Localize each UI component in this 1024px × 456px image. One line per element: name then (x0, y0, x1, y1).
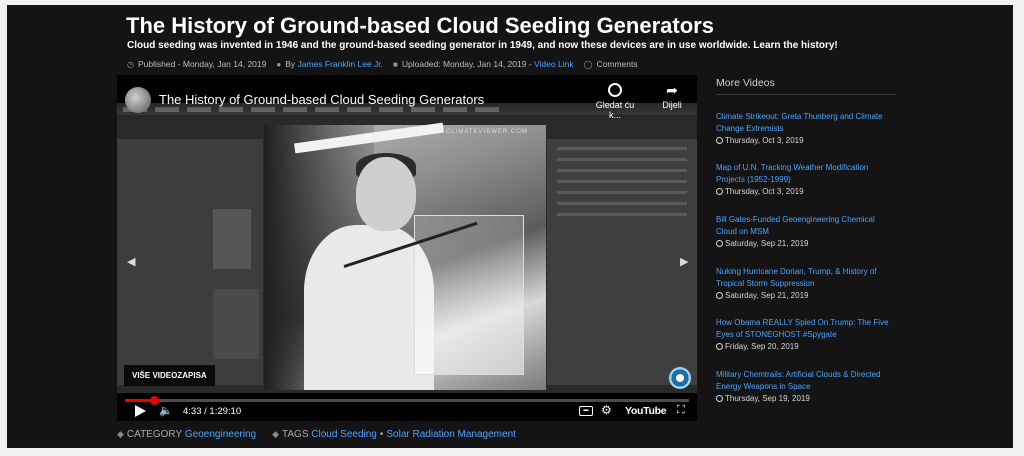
article-subtitle: Cloud seeding was invented in 1946 and t… (127, 40, 838, 51)
clock-icon (716, 395, 723, 402)
tag-link[interactable]: Solar Radiation Management (386, 429, 516, 440)
clock-icon (716, 292, 723, 299)
comment-icon: ◯ (583, 59, 593, 69)
watch-later-button[interactable]: Gledat ću k... (595, 83, 635, 120)
channel-avatar[interactable] (125, 87, 151, 113)
sidebar-heading: More Videos (716, 77, 896, 95)
video-title[interactable]: The History of Ground-based Cloud Seedin… (159, 92, 484, 107)
tags-icon: ◆ (272, 429, 279, 439)
video-link[interactable]: Bill Gates-Funded Geoengineering Chemica… (716, 214, 896, 237)
tags-label: TAGS (282, 429, 309, 440)
recorded-page-left (117, 139, 263, 385)
more-videos-button[interactable]: VIŠE VIDEOZAPISA (124, 365, 215, 386)
video-date: Saturday, Sep 21, 2019 (725, 239, 809, 248)
volume-icon[interactable]: 🔈 (159, 404, 173, 417)
list-item: Nuking Hurricane Dorian, Trump, & Histor… (716, 266, 896, 300)
clock-icon (716, 188, 723, 195)
fullscreen-icon[interactable]: ⛶ (677, 404, 685, 417)
video-player[interactable]: CLIMATEVIEWER.COM The History of Ground-… (117, 75, 697, 421)
youtube-logo[interactable]: YouTube (625, 405, 667, 417)
clock-icon (608, 83, 622, 97)
list-item: Bill Gates-Funded Geoengineering Chemica… (716, 214, 896, 248)
tag-link[interactable]: Cloud Seeding (311, 429, 377, 440)
comments-link[interactable]: Comments (597, 59, 638, 69)
recorded-page-right (547, 139, 697, 385)
channel-watermark-logo[interactable] (669, 367, 691, 389)
chevron-right-icon[interactable]: ▶ (680, 255, 688, 268)
gear-icon[interactable]: ⚙ (601, 403, 612, 417)
video-date: Friday, Sep 20, 2019 (725, 342, 799, 351)
video-date: Thursday, Oct 3, 2019 (725, 136, 804, 145)
share-icon: ➦ (666, 82, 678, 98)
video-link[interactable]: How Obama REALLY Spied On Trump: The Fiv… (716, 317, 896, 340)
chevron-left-icon[interactable]: ◀ (127, 255, 135, 268)
tag-icon: ◆ (117, 429, 124, 439)
list-item: Climate Strikeout: Greta Thunberg and Cl… (716, 111, 896, 145)
video-camera-icon: ■ (393, 59, 398, 69)
progress-bar[interactable] (125, 396, 689, 405)
article-meta: ◷ Published - Monday, Jan 14, 2019 ● By … (127, 59, 638, 69)
more-videos-sidebar: More Videos Climate Strikeout: Greta Thu… (716, 77, 896, 403)
category-label: CATEGORY (126, 429, 183, 440)
user-icon: ● (276, 59, 282, 69)
video-date: Thursday, Sep 19, 2019 (725, 394, 810, 403)
article-page: The History of Ground-based Cloud Seedin… (7, 5, 1013, 448)
clock-icon (716, 137, 723, 144)
list-item: How Obama REALLY Spied On Trump: The Fiv… (716, 317, 896, 351)
video-link[interactable]: Military Chemtrails: Artificial Clouds &… (716, 369, 896, 392)
share-button[interactable]: ➦ Dijeli (657, 82, 687, 111)
video-link[interactable]: Climate Strikeout: Greta Thunberg and Cl… (716, 111, 896, 134)
video-link[interactable]: Video Link (534, 59, 574, 69)
category-link[interactable]: Geoengineering (185, 429, 256, 440)
video-link[interactable]: Nuking Hurricane Dorian, Trump, & Histor… (716, 266, 896, 289)
article-footer: ◆ CATEGORY Geoengineering ◆ TAGS Cloud S… (117, 429, 516, 440)
watch-later-label: Gledat ću k... (595, 100, 635, 120)
clock-icon (716, 240, 723, 247)
video-date: Thursday, Oct 3, 2019 (725, 187, 804, 196)
list-item: Map of U.N. Tracking Weather Modificatio… (716, 162, 896, 196)
author-link[interactable]: James Franklin Lee Jr. (298, 59, 384, 69)
player-controls: 🔈 4:33 / 1:29:10 ▬ ⚙ YouTube ⛶ (117, 403, 697, 421)
historic-photo: CLIMATEVIEWER.COM (264, 122, 546, 390)
published-date: Published - Monday, Jan 14, 2019 (137, 59, 267, 69)
share-label: Dijeli (662, 100, 682, 110)
subtitles-icon[interactable]: ▬ (579, 406, 593, 416)
clock-icon (716, 343, 723, 350)
watermark-site: CLIMATEVIEWER.COM (446, 129, 528, 135)
video-date: Saturday, Sep 21, 2019 (725, 291, 809, 300)
clock-icon: ◷ (127, 59, 134, 69)
uploaded-date: Uploaded: Monday, Jan 14, 2019 - (401, 59, 532, 69)
video-link[interactable]: Map of U.N. Tracking Weather Modificatio… (716, 162, 896, 185)
time-display: 4:33 / 1:29:10 (183, 406, 242, 417)
page-title: The History of Ground-based Cloud Seedin… (126, 13, 714, 38)
list-item: Military Chemtrails: Artificial Clouds &… (716, 369, 896, 403)
by-label: By (285, 59, 296, 69)
play-icon[interactable] (135, 405, 146, 417)
tag-separator: • (379, 429, 384, 440)
